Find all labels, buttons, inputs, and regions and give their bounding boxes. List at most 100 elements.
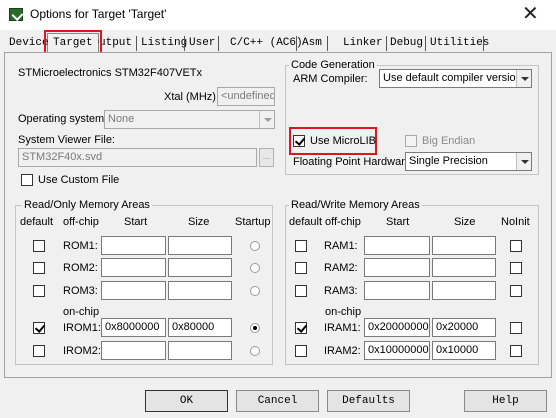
memory-region-name: RAM2: — [324, 262, 358, 274]
rw-onchip-label: on-chip — [325, 306, 362, 318]
compiler-select-value: Use default compiler version 6 — [383, 72, 531, 84]
noinit-checkbox[interactable] — [510, 285, 522, 297]
tab-c-cpp[interactable]: C/C++ (AC6) — [230, 36, 303, 52]
xtal-input[interactable]: <undefined> — [217, 87, 275, 106]
start-address-input[interactable]: 0x8000000 — [101, 318, 166, 337]
size-input[interactable]: 0x80000 — [168, 318, 232, 337]
custom-file-label: Use Custom File — [38, 174, 120, 186]
rw-header-start: Start — [386, 216, 410, 228]
default-checkbox[interactable] — [33, 322, 45, 334]
ok-button[interactable]: OK — [145, 390, 228, 412]
cancel-button[interactable]: Cancel — [236, 390, 319, 412]
start-address-input[interactable] — [364, 281, 430, 300]
close-icon[interactable]: ✕ — [522, 3, 539, 25]
fpu-label: Floating Point Hardware: — [293, 156, 415, 168]
tab-divider — [327, 36, 328, 51]
size-input[interactable]: 0x10000 — [432, 341, 496, 360]
memory-region-name: IROM1: — [63, 322, 101, 334]
ro-header-startup: Startup — [235, 216, 271, 228]
big-endian-label: Big Endian — [422, 135, 476, 147]
size-input[interactable] — [168, 236, 232, 255]
size-input[interactable] — [432, 258, 496, 277]
tab-utilities[interactable]: Utilities — [430, 36, 489, 52]
memory-region-name: IROM2: — [63, 345, 101, 357]
size-input[interactable] — [168, 258, 232, 277]
start-address-input[interactable] — [101, 341, 166, 360]
size-input[interactable] — [168, 341, 232, 360]
tab-debug[interactable]: Debug — [390, 36, 423, 52]
os-label: Operating system: — [18, 113, 108, 125]
start-address-input[interactable]: 0x20000000 — [364, 318, 430, 337]
default-checkbox[interactable] — [295, 240, 307, 252]
help-button[interactable]: Help — [464, 390, 547, 412]
keil-app-icon — [9, 8, 23, 21]
custom-file-checkbox[interactable] — [21, 174, 33, 186]
window-title: Options for Target 'Target' — [30, 7, 167, 21]
big-endian-checkbox[interactable] — [405, 135, 417, 147]
start-address-input[interactable]: 0x10000000 — [364, 341, 430, 360]
tab-divider — [136, 36, 137, 51]
size-input[interactable] — [432, 236, 496, 255]
start-address-input[interactable] — [101, 281, 166, 300]
tab-user[interactable]: User — [189, 36, 215, 52]
size-input[interactable] — [432, 281, 496, 300]
memory-region-name: RAM1: — [324, 240, 358, 252]
default-checkbox[interactable] — [295, 345, 307, 357]
start-address-input[interactable] — [101, 258, 166, 277]
compiler-select[interactable]: Use default compiler version 6 — [379, 69, 532, 88]
startup-radio[interactable] — [250, 286, 260, 296]
compiler-label: ARM Compiler: — [293, 73, 368, 85]
default-checkbox[interactable] — [33, 240, 45, 252]
default-checkbox[interactable] — [33, 345, 45, 357]
tab-output[interactable]: Output — [98, 36, 132, 52]
defaults-button[interactable]: Defaults — [327, 390, 410, 412]
noinit-checkbox[interactable] — [510, 262, 522, 274]
fpu-select[interactable]: Single Precision — [405, 152, 532, 171]
memory-region-name: RAM3: — [324, 285, 358, 297]
tab-listing[interactable]: Listing — [141, 36, 187, 52]
tab-device[interactable]: Device — [9, 36, 49, 52]
microlib-checkbox[interactable] — [293, 135, 305, 147]
svd-browse-button[interactable]: ... — [259, 148, 274, 167]
chevron-down-icon — [516, 70, 531, 87]
tab-divider — [296, 36, 297, 51]
size-input[interactable] — [168, 281, 232, 300]
memory-region-name: IRAM1: — [324, 322, 361, 334]
noinit-checkbox[interactable] — [510, 345, 522, 357]
os-select-value: None — [108, 113, 135, 125]
start-address-input[interactable] — [364, 258, 430, 277]
svd-file-input[interactable]: STM32F40x.svd — [18, 148, 257, 167]
noinit-checkbox[interactable] — [510, 240, 522, 252]
code-generation-title: Code Generation — [289, 59, 377, 71]
startup-radio[interactable] — [250, 323, 260, 333]
default-checkbox[interactable] — [33, 285, 45, 297]
rw-header-default: default — [289, 216, 323, 228]
tab-output-label: Output — [98, 37, 132, 49]
default-checkbox[interactable] — [33, 262, 45, 274]
xtal-label: Xtal (MHz): — [164, 91, 219, 103]
size-input[interactable]: 0x20000 — [432, 318, 496, 337]
device-name: STMicroelectronics STM32F407VETx — [18, 67, 202, 79]
start-address-input[interactable] — [364, 236, 430, 255]
startup-radio[interactable] — [250, 263, 260, 273]
memory-region-name: IRAM2: — [324, 345, 361, 357]
tab-linker[interactable]: Linker — [343, 36, 383, 52]
ro-header-start: Start — [124, 216, 148, 228]
default-checkbox[interactable] — [295, 322, 307, 334]
ro-header-default: default — [20, 216, 54, 228]
noinit-checkbox[interactable] — [510, 322, 522, 334]
tab-divider — [425, 36, 426, 51]
chevron-down-icon — [516, 153, 531, 170]
memory-region-name: ROM1: — [63, 240, 98, 252]
start-address-input[interactable] — [101, 236, 166, 255]
default-checkbox[interactable] — [295, 285, 307, 297]
memory-region-name: ROM2: — [63, 262, 98, 274]
startup-radio[interactable] — [250, 346, 260, 356]
tab-divider — [386, 36, 387, 51]
microlib-label: Use MicroLIB — [310, 135, 377, 147]
ro-memory-title: Read/Only Memory Areas — [22, 199, 152, 211]
default-checkbox[interactable] — [295, 262, 307, 274]
tab-asm[interactable]: Asm — [302, 36, 322, 52]
startup-radio[interactable] — [250, 241, 260, 251]
os-select[interactable]: None — [104, 110, 275, 129]
